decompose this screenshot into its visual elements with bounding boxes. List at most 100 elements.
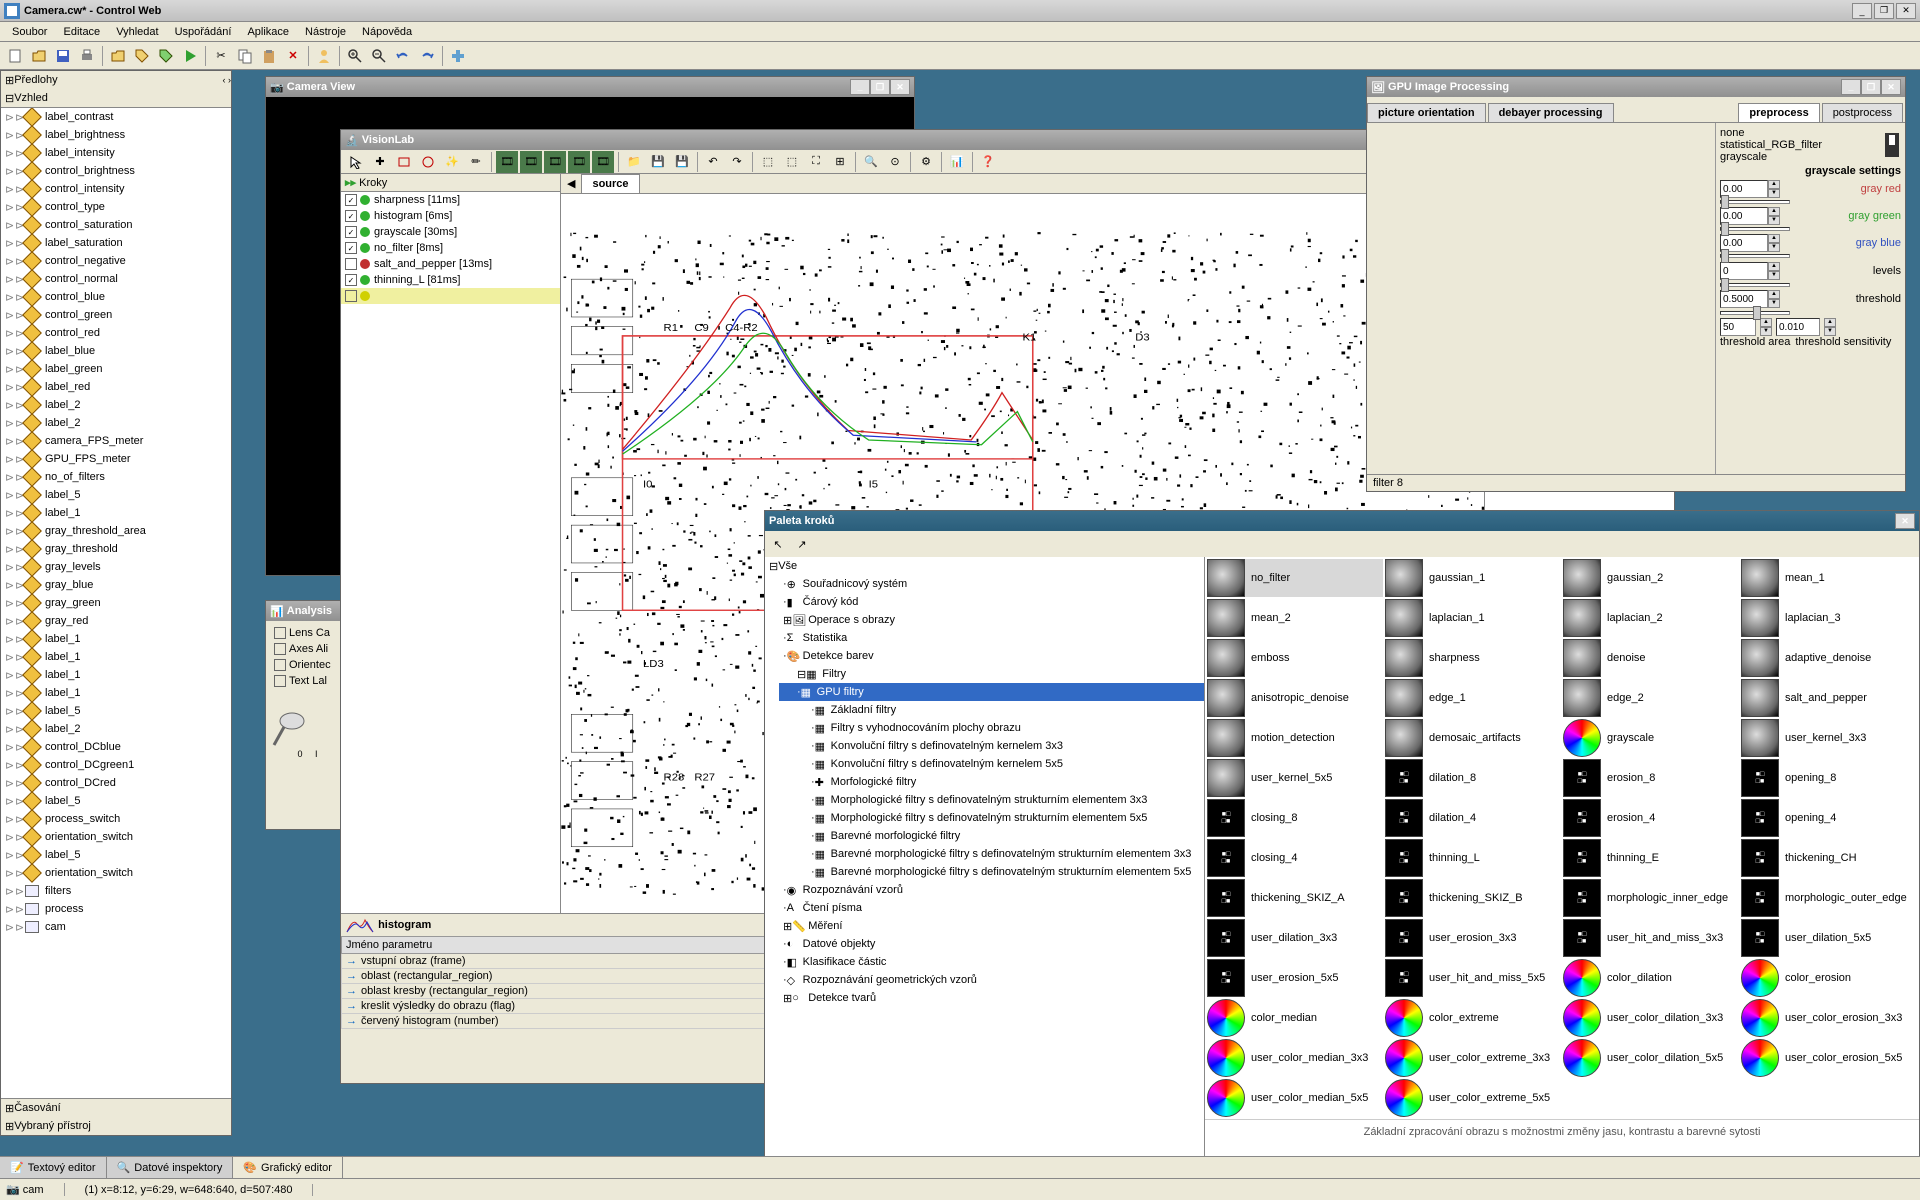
- filter-user_kernel_5x5[interactable]: user_kernel_5x5: [1207, 759, 1383, 797]
- tree-item-gray_blue[interactable]: ⊳⊳gray_blue: [1, 576, 231, 594]
- filter-gaussian_2[interactable]: gaussian_2: [1563, 559, 1739, 597]
- tree-item-no_of_filters[interactable]: ⊳⊳no_of_filters: [1, 468, 231, 486]
- tree-item-label_1[interactable]: ⊳⊳label_1: [1, 666, 231, 684]
- gray-red-slider[interactable]: [1720, 200, 1790, 204]
- filter-user_erosion_3x3[interactable]: ■□□■user_erosion_3x3: [1385, 919, 1561, 957]
- category-16[interactable]: · ▦ Barevné morphologické filtry s defin…: [779, 863, 1204, 881]
- filter-erosion_4[interactable]: ■□□■erosion_4: [1563, 799, 1739, 837]
- delete-button[interactable]: ✕: [282, 45, 304, 67]
- filter-color_dilation[interactable]: color_dilation: [1563, 959, 1739, 997]
- filter-user_color_extreme_5x5[interactable]: user_color_extreme_5x5: [1385, 1079, 1561, 1117]
- vl-box2[interactable]: ⬚: [781, 151, 803, 173]
- tree-item-control_intensity[interactable]: ⊳⊳control_intensity: [1, 180, 231, 198]
- tree-item-orientation_switch[interactable]: ⊳⊳orientation_switch: [1, 864, 231, 882]
- vl-fit[interactable]: ⛶: [805, 151, 827, 173]
- filter-morphologic_inner_edge[interactable]: ■□□■morphologic_inner_edge: [1563, 879, 1739, 917]
- menu-editace[interactable]: Editace: [55, 24, 108, 40]
- vl-cursor[interactable]: [345, 151, 367, 173]
- gpu-close[interactable]: ✕: [1881, 79, 1901, 95]
- filter-thickening_SKIZ_A[interactable]: ■□□■thickening_SKIZ_A: [1207, 879, 1383, 917]
- tab-source[interactable]: source: [581, 174, 639, 193]
- thresh-sens-input[interactable]: [1776, 318, 1820, 336]
- vl-film3[interactable]: 🎞: [544, 151, 566, 173]
- vl-zoom[interactable]: 🔍: [860, 151, 882, 173]
- undo-button[interactable]: [392, 45, 414, 67]
- vl-gear[interactable]: ⚙: [915, 151, 937, 173]
- tree-item-control_green[interactable]: ⊳⊳control_green: [1, 306, 231, 324]
- step-salt_and_pepper[interactable]: salt_and_pepper [13ms]: [341, 256, 560, 272]
- tree-item-label_intensity[interactable]: ⊳⊳label_intensity: [1, 144, 231, 162]
- category-3[interactable]: · Σ Statistika: [779, 629, 1204, 647]
- category-12[interactable]: · ▦ Morphologické filtry s definovatelný…: [779, 791, 1204, 809]
- vl-redo[interactable]: ↷: [726, 151, 748, 173]
- vl-circle[interactable]: ⊙: [884, 151, 906, 173]
- analysis-titlebar[interactable]: 📊 Analysis: [266, 601, 349, 621]
- tree-item-label_1[interactable]: ⊳⊳label_1: [1, 504, 231, 522]
- vl-save[interactable]: 💾: [647, 151, 669, 173]
- threshold-slider[interactable]: [1720, 311, 1790, 315]
- filter-user_color_median_5x5[interactable]: user_color_median_5x5: [1207, 1079, 1383, 1117]
- category-10[interactable]: · ▦ Konvoluční filtry s definovatelným k…: [779, 755, 1204, 773]
- gpu-min[interactable]: _: [1841, 79, 1861, 95]
- tree-item-label_5[interactable]: ⊳⊳label_5: [1, 792, 231, 810]
- copy-button[interactable]: [234, 45, 256, 67]
- filter-opening_4[interactable]: ■□□■opening_4: [1741, 799, 1917, 837]
- filter-color_extreme[interactable]: color_extreme: [1385, 999, 1561, 1037]
- tree-item-label_2[interactable]: ⊳⊳label_2: [1, 396, 231, 414]
- tree-item-label_1[interactable]: ⊳⊳label_1: [1, 630, 231, 648]
- tag-button[interactable]: [131, 45, 153, 67]
- tab-picture-orientation[interactable]: picture orientation: [1367, 103, 1486, 122]
- tree-item-control_DCred[interactable]: ⊳⊳control_DCred: [1, 774, 231, 792]
- mode-none[interactable]: none: [1720, 127, 1901, 139]
- tree-item-control_type[interactable]: ⊳⊳control_type: [1, 198, 231, 216]
- gray-green-slider[interactable]: [1720, 227, 1790, 231]
- filter-user_hit_and_miss_3x3[interactable]: ■□□■user_hit_and_miss_3x3: [1563, 919, 1739, 957]
- category-tree[interactable]: ⊟ Vše · ⊕ Souřadnicový systém· ▮ Čárový …: [765, 557, 1205, 1157]
- filter-thumbnails[interactable]: no_filtergaussian_1gaussian_2mean_1mean_…: [1205, 557, 1919, 1157]
- category-6[interactable]: · ▦ GPU filtry: [779, 683, 1204, 701]
- tree-item-label_2[interactable]: ⊳⊳label_2: [1, 414, 231, 432]
- tab-vybrany[interactable]: ⊞ Vybraný přístroj: [1, 1117, 231, 1135]
- cv-close[interactable]: ✕: [890, 79, 910, 95]
- pal-pin2[interactable]: ↗: [791, 533, 813, 555]
- category-2[interactable]: ⊞ 🖼 Operace s obrazy: [779, 611, 1204, 629]
- analysis-orient[interactable]: Orientec: [270, 657, 345, 673]
- filter-gaussian_1[interactable]: gaussian_1: [1385, 559, 1561, 597]
- category-7[interactable]: · ▦ Základní filtry: [779, 701, 1204, 719]
- filter-sharpness[interactable]: sharpness: [1385, 639, 1561, 677]
- gpu-titlebar[interactable]: 🖼 GPU Image Processing _ ❐ ✕: [1367, 77, 1905, 97]
- category-8[interactable]: · ▦ Filtry s vyhodnocováním plochy obraz…: [779, 719, 1204, 737]
- tab-graphic-editor[interactable]: 🎨Grafický editor: [233, 1157, 343, 1178]
- tree-item-label_1[interactable]: ⊳⊳label_1: [1, 648, 231, 666]
- vl-chart[interactable]: 📊: [946, 151, 968, 173]
- maximize-button[interactable]: ❐: [1874, 3, 1894, 19]
- filter-mean_1[interactable]: mean_1: [1741, 559, 1917, 597]
- cv-max[interactable]: ❐: [870, 79, 890, 95]
- menu-vyhledat[interactable]: Vyhledat: [108, 24, 166, 40]
- tree-item-control_blue[interactable]: ⊳⊳control_blue: [1, 288, 231, 306]
- vl-folder[interactable]: 📁: [623, 151, 645, 173]
- tree-item-control_brightness[interactable]: ⊳⊳control_brightness: [1, 162, 231, 180]
- filter-user_dilation_3x3[interactable]: ■□□■user_dilation_3x3: [1207, 919, 1383, 957]
- tree-item-gray_threshold_area[interactable]: ⊳⊳gray_threshold_area: [1, 522, 231, 540]
- vl-film5[interactable]: 🎞: [592, 151, 614, 173]
- tree-item-gray_green[interactable]: ⊳⊳gray_green: [1, 594, 231, 612]
- filter-user_color_dilation_5x5[interactable]: user_color_dilation_5x5: [1563, 1039, 1739, 1077]
- tree-item-label_saturation[interactable]: ⊳⊳label_saturation: [1, 234, 231, 252]
- tree-item-label_5[interactable]: ⊳⊳label_5: [1, 846, 231, 864]
- filter-edge_2[interactable]: edge_2: [1563, 679, 1739, 717]
- category-17[interactable]: · ◉ Rozpoznávání vzorů: [779, 881, 1204, 899]
- filter-motion_detection[interactable]: motion_detection: [1207, 719, 1383, 757]
- analysis-axes[interactable]: Axes Ali: [270, 641, 345, 657]
- tree-item-filters[interactable]: ⊳⊳filters: [1, 882, 231, 900]
- tree-item-GPU_FPS_meter[interactable]: ⊳⊳GPU_FPS_meter: [1, 450, 231, 468]
- menu-soubor[interactable]: Soubor: [4, 24, 55, 40]
- filter-salt_and_pepper[interactable]: salt_and_pepper: [1741, 679, 1917, 717]
- tree-item-cam[interactable]: ⊳⊳cam: [1, 918, 231, 936]
- folder-button[interactable]: [107, 45, 129, 67]
- filter-closing_8[interactable]: ■□□■closing_8: [1207, 799, 1383, 837]
- gpu-max[interactable]: ❐: [1861, 79, 1881, 95]
- vl-help[interactable]: ❓: [977, 151, 999, 173]
- category-22[interactable]: · ◇ Rozpoznávání geometrických vzorů: [779, 971, 1204, 989]
- filter-laplacian_1[interactable]: laplacian_1: [1385, 599, 1561, 637]
